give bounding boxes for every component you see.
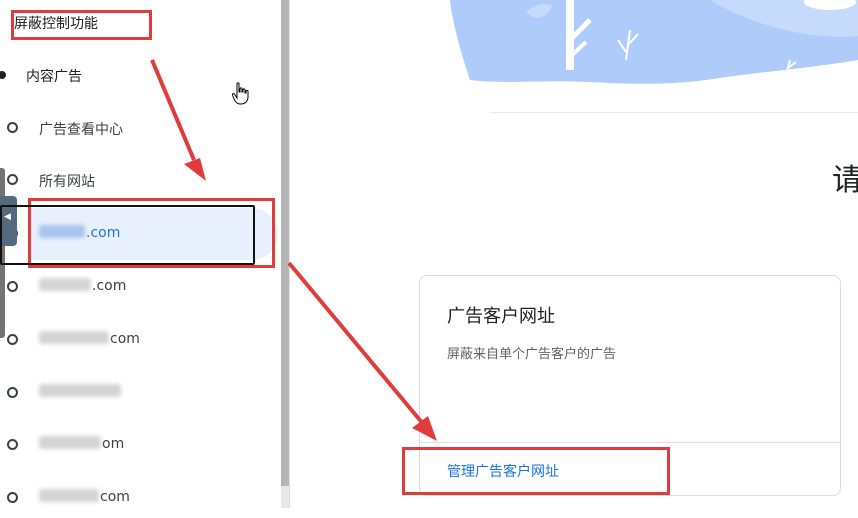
annotation-arrows [150, 59, 437, 441]
hand-pointer-icon [232, 82, 249, 105]
